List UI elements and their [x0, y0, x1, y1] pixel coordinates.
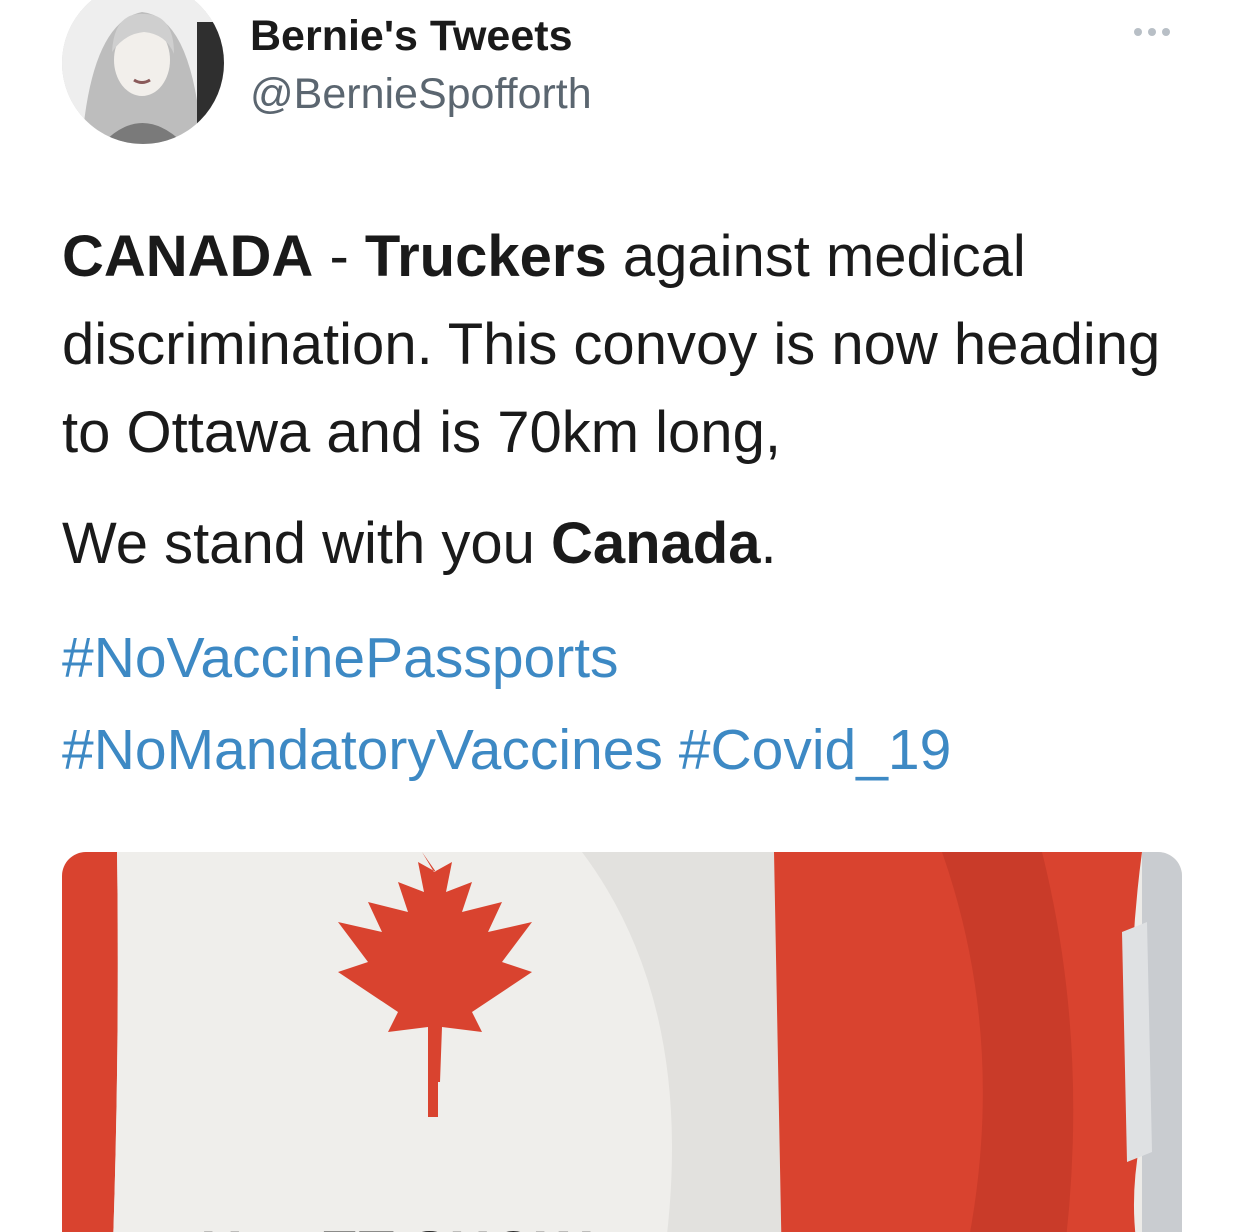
tweet-text-fragment: -: [313, 224, 365, 289]
profile-photo: [62, 0, 224, 144]
user-handle[interactable]: @BernieSpofforth: [250, 70, 592, 119]
bold-text-canada-2: Canada: [550, 511, 761, 576]
more-dots-icon[interactable]: [1128, 12, 1178, 52]
bold-text-truckers: Truckers: [364, 224, 607, 289]
tweet-media-image[interactable]: PUPPET SHOW: [62, 852, 1182, 1232]
tweet-text-fragment: .: [760, 511, 777, 576]
hashtag-covid-19[interactable]: #Covid_19: [679, 718, 952, 782]
bold-text-canada: CANADA: [62, 224, 314, 289]
display-name[interactable]: Bernie's Tweets: [250, 12, 573, 61]
hashtags: #NoVaccinePassports #NoMandatoryVaccines…: [62, 612, 1192, 796]
tweet-text-paragraph-1: CANADA - Truckers against medical discri…: [62, 213, 1192, 477]
avatar[interactable]: [62, 0, 224, 144]
tweet-text-paragraph-2: We stand with you Canada.: [62, 500, 1192, 588]
hashtag-nomandatoryvaccines[interactable]: #NoMandatoryVaccines: [62, 718, 663, 782]
tweet-text-fragment: We stand with you: [62, 511, 551, 576]
media-caption-text: PUPPET SHOW: [162, 1220, 591, 1232]
canada-flag-image: PUPPET SHOW: [62, 852, 1182, 1232]
hashtag-novaccinepassports[interactable]: #NoVaccinePassports: [62, 626, 619, 690]
